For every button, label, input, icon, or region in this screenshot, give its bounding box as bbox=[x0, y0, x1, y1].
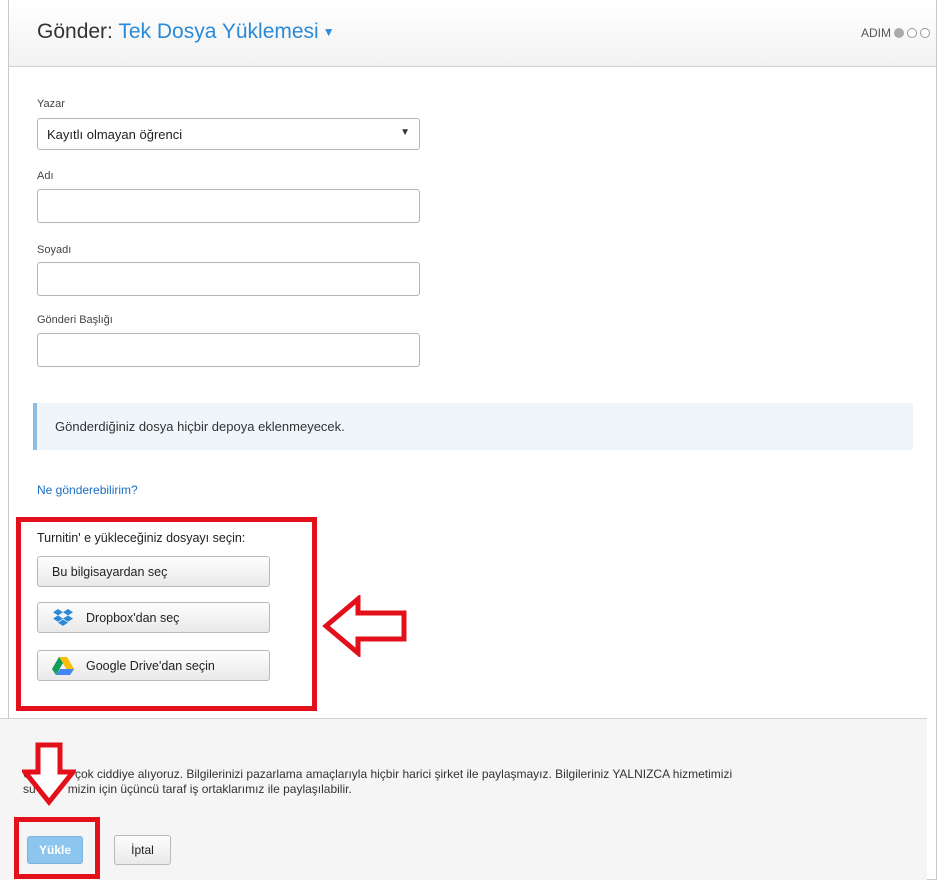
left-arrow-annotation-icon bbox=[322, 595, 407, 657]
repository-notice: Gönderdiğiniz dosya hiçbir depoya eklenm… bbox=[33, 403, 913, 450]
submission-type-label: Tek Dosya Yüklemesi bbox=[118, 20, 319, 43]
step-label: ADIM bbox=[861, 26, 891, 40]
dropdown-arrow-icon: ▼ bbox=[400, 127, 410, 138]
step-dot-1 bbox=[894, 28, 904, 38]
step-dot-3 bbox=[920, 28, 930, 38]
privacy-line-1: Gizi çok ciddiye alıyoruz. Bilgilerinizi… bbox=[23, 767, 903, 782]
privacy-line-2: su mizin için üçüncü taraf iş ortaklarımı… bbox=[23, 782, 903, 797]
cancel-button-label: İptal bbox=[131, 843, 154, 857]
author-label: Yazar bbox=[37, 98, 65, 110]
first-name-input[interactable] bbox=[37, 189, 420, 223]
down-arrow-annotation-icon bbox=[22, 742, 76, 806]
first-name-label: Adı bbox=[37, 170, 54, 182]
panel-header: Gönder: Tek Dosya Yüklemesi ▼ ADIM bbox=[9, 0, 936, 67]
upload-button-highlight bbox=[14, 817, 100, 879]
last-name-label: Soyadı bbox=[37, 244, 72, 256]
upload-options-highlight bbox=[16, 517, 317, 711]
author-select-value: Kayıtlı olmayan öğrenci bbox=[47, 126, 183, 142]
submission-title-label: Gönderi Başlığı bbox=[37, 314, 113, 326]
page-title: Gönder: Tek Dosya Yüklemesi ▼ bbox=[37, 20, 335, 44]
cancel-button[interactable]: İptal bbox=[114, 835, 171, 865]
privacy-line-2-text: mizin için üçüncü taraf iş ortaklarımız … bbox=[67, 782, 352, 796]
submission-type-dropdown[interactable]: Tek Dosya Yüklemesi ▼ bbox=[118, 20, 334, 43]
caret-down-icon: ▼ bbox=[322, 25, 335, 40]
title-prefix: Gönder: bbox=[37, 20, 113, 43]
last-name-input[interactable] bbox=[37, 262, 420, 296]
privacy-line-1-text: izi çok ciddiye alıyoruz. Bilgilerinizi … bbox=[60, 767, 733, 781]
notice-text: Gönderdiğiniz dosya hiçbir depoya eklenm… bbox=[55, 419, 345, 434]
submission-title-input[interactable] bbox=[37, 333, 420, 367]
privacy-notice: Gizi çok ciddiye alıyoruz. Bilgilerinizi… bbox=[23, 767, 903, 797]
author-select[interactable]: Kayıtlı olmayan öğrenci ▼ bbox=[37, 118, 420, 150]
step-dot-2 bbox=[907, 28, 917, 38]
step-indicator: ADIM bbox=[861, 26, 930, 40]
what-can-i-submit-link[interactable]: Ne gönderebilirim? bbox=[37, 483, 138, 497]
